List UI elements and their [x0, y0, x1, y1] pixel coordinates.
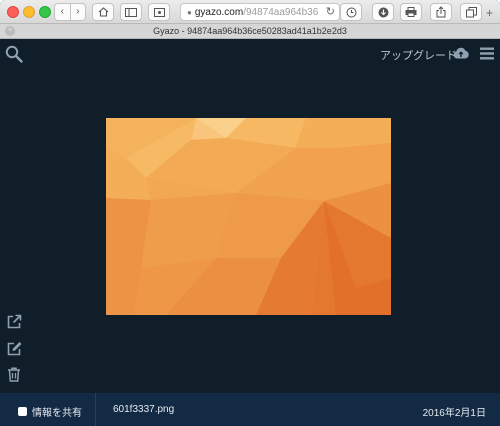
- share-info-toggle[interactable]: 情報を共有: [18, 404, 82, 419]
- sidebar-icon: [125, 7, 137, 17]
- history-icon: [346, 7, 356, 17]
- plus-icon[interactable]: +: [486, 6, 493, 20]
- tabs-button[interactable]: [460, 3, 482, 21]
- cloud-upload-icon: [453, 47, 469, 59]
- address-bar[interactable]: ● gyazo.com/94874aa964b36 ↻: [180, 3, 340, 21]
- share-info-checkbox[interactable]: [18, 407, 27, 416]
- download-icon: [378, 7, 388, 17]
- menu-icon: [480, 47, 494, 59]
- chevron-right-icon[interactable]: ›: [71, 4, 86, 20]
- menu-button[interactable]: [478, 44, 496, 62]
- lock-icon: ●: [187, 7, 192, 17]
- reload-icon[interactable]: ↻: [323, 5, 335, 18]
- browser-toolbar: ‹ › ● gyazo.com/94874aa964b36 ↻ +: [0, 0, 500, 24]
- home-button[interactable]: [92, 3, 114, 21]
- grid-icon: [153, 7, 165, 17]
- history-button[interactable]: [340, 3, 362, 21]
- capture-date: 2016年2月1日: [422, 408, 486, 419]
- upgrade-link[interactable]: アップグレード: [380, 47, 457, 63]
- close-tab-icon[interactable]: ×: [5, 26, 15, 36]
- tab-title[interactable]: Gyazo - 94874aa964b36ce50283ad41a1b2e2d3: [153, 26, 347, 36]
- print-icon: [405, 7, 417, 17]
- search-button[interactable]: [4, 44, 24, 64]
- minimize-window-button[interactable]: [23, 6, 35, 18]
- share-icon: [436, 6, 446, 18]
- footer-bar: 情報を共有 601f3337.png 2016年2月1日: [0, 393, 500, 426]
- print-button[interactable]: [400, 3, 422, 21]
- search-icon: [5, 45, 23, 63]
- low-poly-orange-image: [106, 118, 391, 315]
- upload-button[interactable]: [452, 44, 470, 62]
- browser-window: ‹ › ● gyazo.com/94874aa964b36 ↻ + × Gyaz…: [0, 0, 500, 426]
- edit-button[interactable]: [6, 340, 22, 356]
- maximize-window-button[interactable]: [39, 6, 51, 18]
- share-button[interactable]: [430, 3, 452, 21]
- external-link-icon: [7, 314, 21, 328]
- tabs-icon: [465, 6, 477, 17]
- sidebar-button[interactable]: [120, 3, 142, 21]
- footer-divider: [95, 393, 96, 426]
- filename[interactable]: 601f3337.png: [113, 404, 174, 415]
- open-original-button[interactable]: [6, 313, 22, 329]
- delete-button[interactable]: [6, 366, 22, 382]
- url-host: gyazo.com: [194, 6, 244, 18]
- edit-icon: [7, 341, 21, 355]
- trash-icon: [8, 366, 20, 382]
- screenshot-image[interactable]: [106, 118, 391, 315]
- back-forward-group: ‹ ›: [54, 3, 86, 21]
- top-sites-button[interactable]: [148, 3, 170, 21]
- share-info-label: 情報を共有: [32, 408, 82, 419]
- download-button[interactable]: [372, 3, 394, 21]
- tab-bar: × Gyazo - 94874aa964b36ce50283ad41a1b2e2…: [0, 24, 500, 39]
- url-path: /94874aa964b36: [243, 6, 319, 18]
- chevron-left-icon[interactable]: ‹: [55, 4, 71, 20]
- close-window-button[interactable]: [7, 6, 19, 18]
- home-icon: [98, 7, 108, 17]
